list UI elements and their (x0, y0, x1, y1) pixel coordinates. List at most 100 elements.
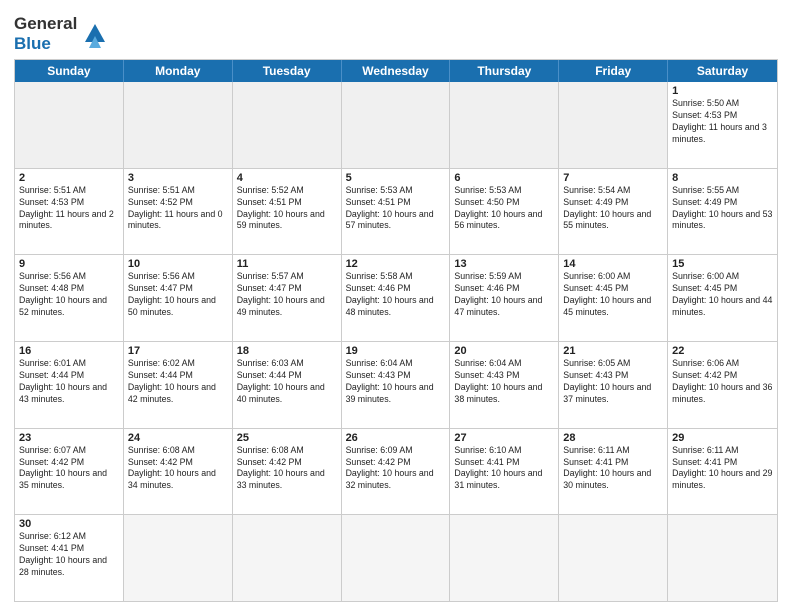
day-number: 16 (19, 345, 119, 357)
day-number: 21 (563, 345, 663, 357)
calendar-cell: 4Sunrise: 5:52 AM Sunset: 4:51 PM Daylig… (233, 169, 342, 255)
weekday-header-saturday: Saturday (668, 60, 777, 82)
day-number: 10 (128, 258, 228, 270)
cell-sun-info: Sunrise: 5:50 AM Sunset: 4:53 PM Dayligh… (672, 98, 773, 146)
calendar-cell (559, 82, 668, 168)
cell-sun-info: Sunrise: 6:12 AM Sunset: 4:41 PM Dayligh… (19, 531, 119, 579)
weekday-header-sunday: Sunday (15, 60, 124, 82)
cell-sun-info: Sunrise: 5:53 AM Sunset: 4:50 PM Dayligh… (454, 185, 554, 233)
day-number: 2 (19, 172, 119, 184)
day-number: 12 (346, 258, 446, 270)
weekday-header-friday: Friday (559, 60, 668, 82)
day-number: 4 (237, 172, 337, 184)
calendar-cell: 27Sunrise: 6:10 AM Sunset: 4:41 PM Dayli… (450, 429, 559, 515)
calendar-cell: 11Sunrise: 5:57 AM Sunset: 4:47 PM Dayli… (233, 255, 342, 341)
cell-sun-info: Sunrise: 6:04 AM Sunset: 4:43 PM Dayligh… (346, 358, 446, 406)
cell-sun-info: Sunrise: 6:00 AM Sunset: 4:45 PM Dayligh… (563, 271, 663, 319)
calendar-cell (124, 515, 233, 601)
cell-sun-info: Sunrise: 5:52 AM Sunset: 4:51 PM Dayligh… (237, 185, 337, 233)
cell-sun-info: Sunrise: 6:08 AM Sunset: 4:42 PM Dayligh… (237, 445, 337, 493)
calendar-cell (342, 515, 451, 601)
logo-blue: Blue (14, 34, 51, 53)
day-number: 26 (346, 432, 446, 444)
day-number: 19 (346, 345, 446, 357)
cell-sun-info: Sunrise: 6:01 AM Sunset: 4:44 PM Dayligh… (19, 358, 119, 406)
calendar-cell: 2Sunrise: 5:51 AM Sunset: 4:53 PM Daylig… (15, 169, 124, 255)
day-number: 30 (19, 518, 119, 530)
cell-sun-info: Sunrise: 6:08 AM Sunset: 4:42 PM Dayligh… (128, 445, 228, 493)
calendar-header: SundayMondayTuesdayWednesdayThursdayFrid… (15, 60, 777, 82)
calendar-cell: 3Sunrise: 5:51 AM Sunset: 4:52 PM Daylig… (124, 169, 233, 255)
calendar-cell: 8Sunrise: 5:55 AM Sunset: 4:49 PM Daylig… (668, 169, 777, 255)
day-number: 13 (454, 258, 554, 270)
cell-sun-info: Sunrise: 5:56 AM Sunset: 4:48 PM Dayligh… (19, 271, 119, 319)
cell-sun-info: Sunrise: 6:11 AM Sunset: 4:41 PM Dayligh… (672, 445, 773, 493)
cell-sun-info: Sunrise: 5:58 AM Sunset: 4:46 PM Dayligh… (346, 271, 446, 319)
logo-icon (81, 20, 109, 48)
calendar-cell: 6Sunrise: 5:53 AM Sunset: 4:50 PM Daylig… (450, 169, 559, 255)
cell-sun-info: Sunrise: 6:09 AM Sunset: 4:42 PM Dayligh… (346, 445, 446, 493)
calendar-cell: 20Sunrise: 6:04 AM Sunset: 4:43 PM Dayli… (450, 342, 559, 428)
calendar-cell: 12Sunrise: 5:58 AM Sunset: 4:46 PM Dayli… (342, 255, 451, 341)
calendar-cell (342, 82, 451, 168)
day-number: 8 (672, 172, 773, 184)
logo: General Blue (14, 14, 109, 53)
weekday-header-monday: Monday (124, 60, 233, 82)
cell-sun-info: Sunrise: 6:10 AM Sunset: 4:41 PM Dayligh… (454, 445, 554, 493)
cell-sun-info: Sunrise: 6:00 AM Sunset: 4:45 PM Dayligh… (672, 271, 773, 319)
day-number: 23 (19, 432, 119, 444)
calendar: SundayMondayTuesdayWednesdayThursdayFrid… (14, 59, 778, 602)
cell-sun-info: Sunrise: 5:53 AM Sunset: 4:51 PM Dayligh… (346, 185, 446, 233)
day-number: 5 (346, 172, 446, 184)
calendar-row-3: 16Sunrise: 6:01 AM Sunset: 4:44 PM Dayli… (15, 342, 777, 429)
weekday-header-tuesday: Tuesday (233, 60, 342, 82)
day-number: 25 (237, 432, 337, 444)
calendar-cell: 10Sunrise: 5:56 AM Sunset: 4:47 PM Dayli… (124, 255, 233, 341)
weekday-header-thursday: Thursday (450, 60, 559, 82)
cell-sun-info: Sunrise: 6:03 AM Sunset: 4:44 PM Dayligh… (237, 358, 337, 406)
calendar-cell: 21Sunrise: 6:05 AM Sunset: 4:43 PM Dayli… (559, 342, 668, 428)
cell-sun-info: Sunrise: 6:11 AM Sunset: 4:41 PM Dayligh… (563, 445, 663, 493)
calendar-cell: 17Sunrise: 6:02 AM Sunset: 4:44 PM Dayli… (124, 342, 233, 428)
day-number: 7 (563, 172, 663, 184)
calendar-cell: 18Sunrise: 6:03 AM Sunset: 4:44 PM Dayli… (233, 342, 342, 428)
day-number: 9 (19, 258, 119, 270)
page: General Blue SundayMondayTuesdayWednesda… (0, 0, 792, 612)
cell-sun-info: Sunrise: 5:55 AM Sunset: 4:49 PM Dayligh… (672, 185, 773, 233)
calendar-row-1: 2Sunrise: 5:51 AM Sunset: 4:53 PM Daylig… (15, 169, 777, 256)
calendar-cell: 23Sunrise: 6:07 AM Sunset: 4:42 PM Dayli… (15, 429, 124, 515)
calendar-cell (124, 82, 233, 168)
calendar-cell: 7Sunrise: 5:54 AM Sunset: 4:49 PM Daylig… (559, 169, 668, 255)
calendar-body: 1Sunrise: 5:50 AM Sunset: 4:53 PM Daylig… (15, 82, 777, 601)
day-number: 22 (672, 345, 773, 357)
day-number: 3 (128, 172, 228, 184)
cell-sun-info: Sunrise: 5:51 AM Sunset: 4:53 PM Dayligh… (19, 185, 119, 233)
day-number: 29 (672, 432, 773, 444)
calendar-cell (233, 515, 342, 601)
calendar-cell: 30Sunrise: 6:12 AM Sunset: 4:41 PM Dayli… (15, 515, 124, 601)
day-number: 11 (237, 258, 337, 270)
day-number: 6 (454, 172, 554, 184)
calendar-row-4: 23Sunrise: 6:07 AM Sunset: 4:42 PM Dayli… (15, 429, 777, 516)
logo-general: General (14, 14, 77, 33)
calendar-cell (15, 82, 124, 168)
calendar-cell: 22Sunrise: 6:06 AM Sunset: 4:42 PM Dayli… (668, 342, 777, 428)
cell-sun-info: Sunrise: 5:51 AM Sunset: 4:52 PM Dayligh… (128, 185, 228, 233)
cell-sun-info: Sunrise: 5:54 AM Sunset: 4:49 PM Dayligh… (563, 185, 663, 233)
day-number: 28 (563, 432, 663, 444)
calendar-row-5: 30Sunrise: 6:12 AM Sunset: 4:41 PM Dayli… (15, 515, 777, 601)
calendar-cell (450, 515, 559, 601)
calendar-cell: 14Sunrise: 6:00 AM Sunset: 4:45 PM Dayli… (559, 255, 668, 341)
calendar-cell (559, 515, 668, 601)
cell-sun-info: Sunrise: 5:56 AM Sunset: 4:47 PM Dayligh… (128, 271, 228, 319)
cell-sun-info: Sunrise: 6:04 AM Sunset: 4:43 PM Dayligh… (454, 358, 554, 406)
weekday-header-wednesday: Wednesday (342, 60, 451, 82)
cell-sun-info: Sunrise: 6:02 AM Sunset: 4:44 PM Dayligh… (128, 358, 228, 406)
day-number: 24 (128, 432, 228, 444)
day-number: 18 (237, 345, 337, 357)
cell-sun-info: Sunrise: 5:59 AM Sunset: 4:46 PM Dayligh… (454, 271, 554, 319)
calendar-row-0: 1Sunrise: 5:50 AM Sunset: 4:53 PM Daylig… (15, 82, 777, 169)
calendar-cell (668, 515, 777, 601)
calendar-cell: 15Sunrise: 6:00 AM Sunset: 4:45 PM Dayli… (668, 255, 777, 341)
header: General Blue (14, 10, 778, 53)
